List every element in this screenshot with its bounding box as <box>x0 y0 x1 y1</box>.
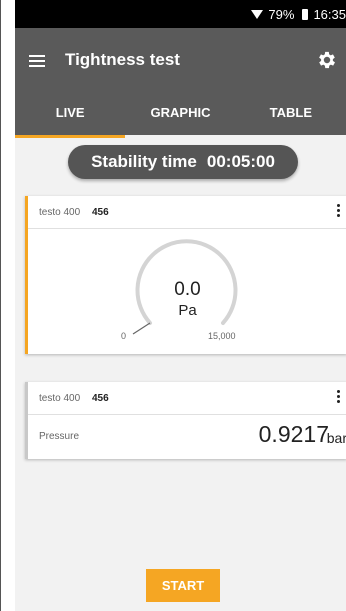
battery-percent: 79% <box>268 7 295 22</box>
gear-icon[interactable] <box>316 49 338 71</box>
pressure-card: testo 400 456 Pressure 0.9217 bar <box>25 382 346 459</box>
device-name: testo 400 <box>39 393 81 404</box>
status-bar: 79% 16:35 <box>15 0 346 28</box>
gauge-card: testo 400 456 0.0 Pa 0 15,000 <box>25 196 346 354</box>
gauge-min-label: 0 <box>121 331 127 341</box>
device-frame-edge <box>0 0 1 611</box>
tab-graphic[interactable]: GRAPHIC <box>125 94 235 135</box>
tab-table[interactable]: TABLE <box>236 94 346 135</box>
card-header: testo 400 456 <box>28 382 346 415</box>
page-title: Tightness test <box>65 50 180 69</box>
status-time: 16:35 <box>313 7 346 22</box>
pressure-reading: Pressure 0.9217 bar <box>28 415 346 459</box>
menu-icon[interactable] <box>29 55 45 67</box>
gauge-unit: Pa <box>178 302 197 319</box>
more-options-icon[interactable] <box>337 204 341 219</box>
stability-label: Stability time <box>91 152 197 171</box>
wifi-icon <box>251 10 264 19</box>
device-id: 456 <box>92 207 109 218</box>
stability-time: 00:05:00 <box>206 152 275 171</box>
more-options-icon[interactable] <box>337 390 341 405</box>
card-header: testo 400 456 <box>28 196 346 229</box>
app-bar: Tightness test <box>15 28 346 94</box>
pressure-value: 0.9217 <box>258 421 329 447</box>
tab-bar: LIVE GRAPHIC TABLE <box>15 94 346 138</box>
start-button[interactable]: START <box>146 569 220 602</box>
pressure-label: Pressure <box>39 431 80 442</box>
battery-icon <box>302 9 309 20</box>
stability-time-badge: Stability time 00:05:00 <box>68 145 298 179</box>
status-indicators: 79% 16:35 <box>251 7 346 22</box>
tab-live[interactable]: LIVE <box>15 94 126 138</box>
pressure-gauge: 0.0 Pa 0 15,000 <box>28 229 346 354</box>
device-name: testo 400 <box>39 207 81 218</box>
gauge-value: 0.0 <box>174 279 201 300</box>
pressure-unit: bar <box>326 430 346 446</box>
gauge-needle <box>132 322 151 335</box>
device-id: 456 <box>92 393 109 404</box>
gauge-max-label: 15,000 <box>208 331 236 341</box>
app-screen: 79% 16:35 Tightness test LIVE GRAPHIC TA… <box>15 0 346 611</box>
